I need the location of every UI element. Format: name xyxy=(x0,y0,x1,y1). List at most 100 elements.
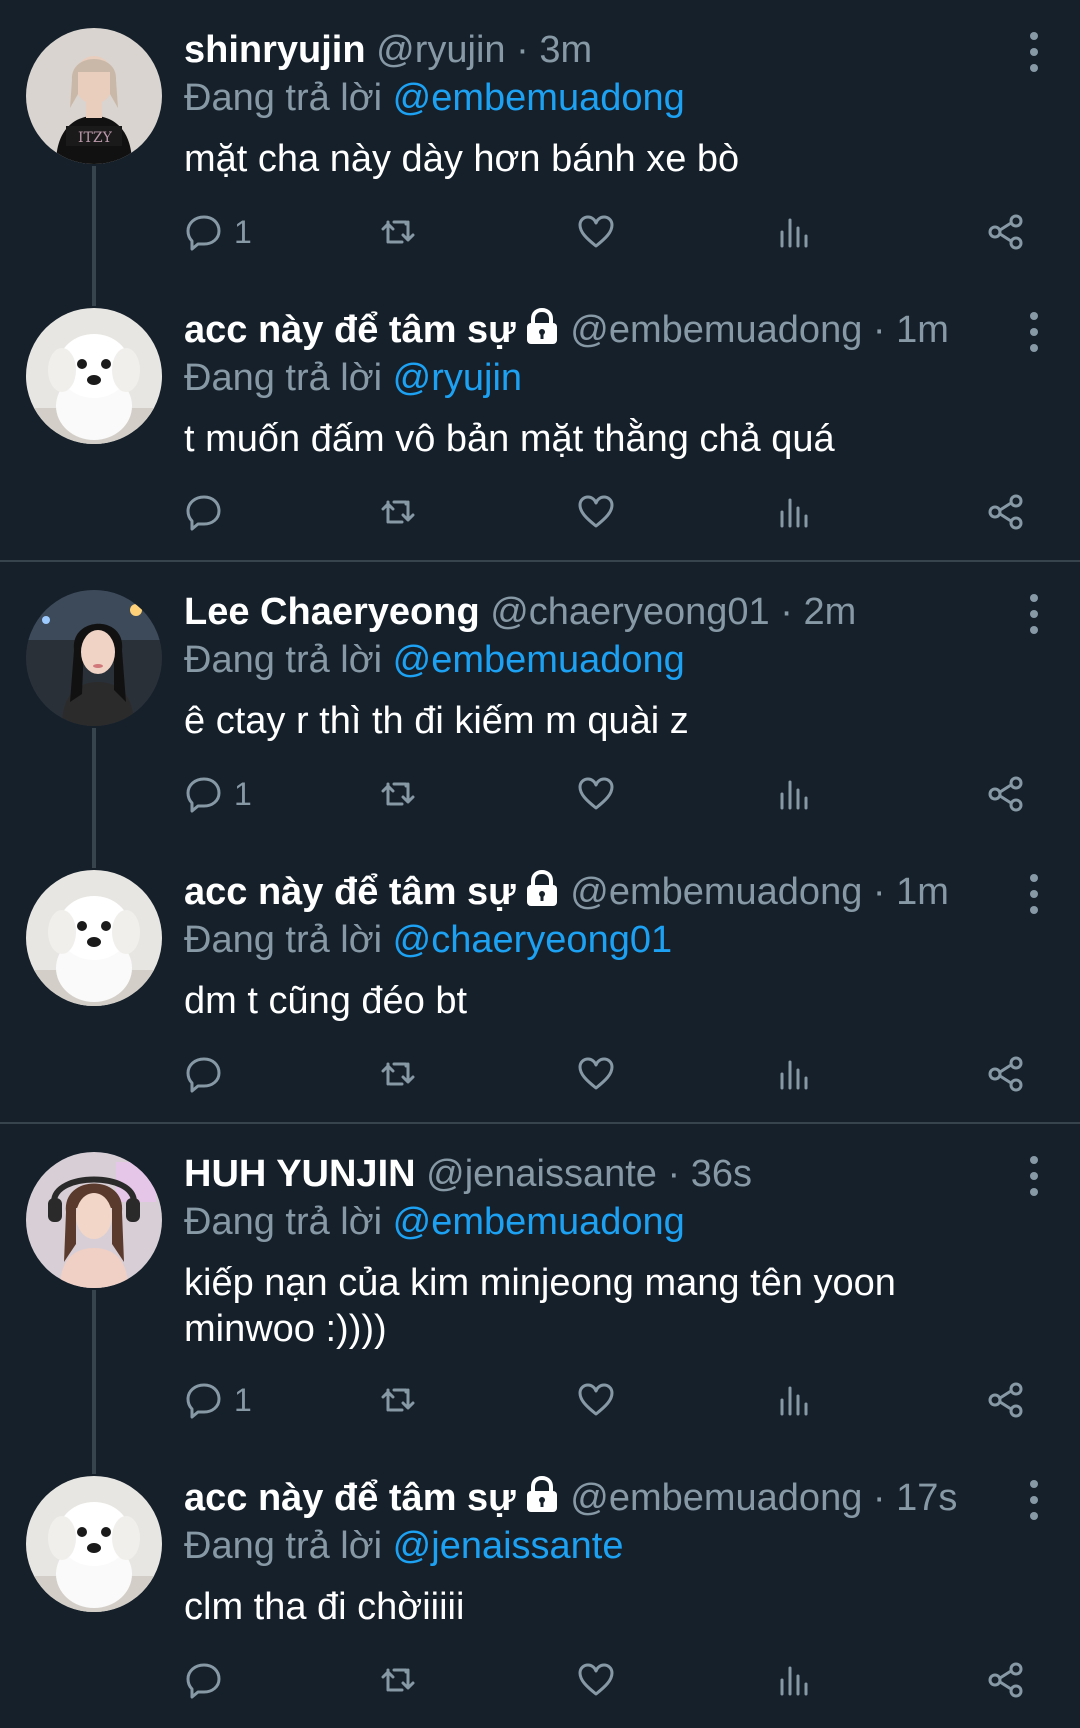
tweet-header: acc này để tâm sự @embemuadong · 17s xyxy=(184,1474,1050,1522)
replying-to-handle[interactable]: @chaeryeong01 xyxy=(393,919,672,961)
tweet-content: acc này để tâm sự @embemuadong · 17s Đan… xyxy=(184,1474,1050,1630)
timestamp[interactable]: 1m xyxy=(896,309,949,351)
user-handle[interactable]: @embemuadong xyxy=(570,309,862,351)
replying-to-handle[interactable]: @ryujin xyxy=(393,357,522,399)
tweet[interactable]: acc này để tâm sự @embemuadong · 17s Đan… xyxy=(0,1448,1080,1728)
more-options-icon[interactable] xyxy=(1024,874,1044,914)
share-button[interactable] xyxy=(986,488,1026,536)
avatar-photo-woman: ITZY xyxy=(26,28,162,164)
retweet-button[interactable] xyxy=(378,770,418,818)
comment-bubble-icon xyxy=(186,1663,221,1699)
more-options-icon[interactable] xyxy=(1024,1480,1044,1520)
reply-button[interactable] xyxy=(184,1050,224,1098)
analytics-button[interactable] xyxy=(774,1656,814,1704)
lock-icon xyxy=(526,308,557,344)
analytics-button[interactable] xyxy=(774,1050,814,1098)
user-handle[interactable]: @embemuadong xyxy=(570,1477,862,1519)
replying-to-handle[interactable]: @embemuadong xyxy=(393,1201,685,1243)
retweet-button[interactable] xyxy=(378,1376,418,1424)
user-handle[interactable]: @ryujin xyxy=(376,29,505,71)
comment-bubble-icon xyxy=(186,777,221,813)
avatar-photo-woman xyxy=(26,590,162,726)
lock-icon xyxy=(526,870,557,906)
reply-button[interactable] xyxy=(184,488,224,536)
tweet[interactable]: HUH YUNJIN @jenaissante · 36s Đang trả l… xyxy=(0,1124,1080,1474)
like-button[interactable] xyxy=(576,488,616,536)
analytics-button[interactable] xyxy=(774,1376,814,1424)
share-button[interactable] xyxy=(986,1050,1026,1098)
user-handle[interactable]: @embemuadong xyxy=(570,871,862,913)
tweet[interactable]: Lee Chaeryeong @chaeryeong01 · 2m Đang t… xyxy=(0,562,1080,868)
share-button[interactable] xyxy=(986,208,1026,256)
retweet-button[interactable] xyxy=(378,1656,418,1704)
lock-icon xyxy=(526,1476,557,1512)
analytics-button[interactable] xyxy=(774,208,814,256)
like-button[interactable] xyxy=(576,1050,616,1098)
display-name[interactable]: acc này để tâm sự xyxy=(184,871,516,913)
reply-button[interactable]: 1 xyxy=(184,1376,252,1424)
more-options-icon[interactable] xyxy=(1024,594,1044,634)
timestamp[interactable]: 1m xyxy=(896,871,949,913)
comment-bubble-icon xyxy=(186,1383,221,1419)
replying-to-handle[interactable]: @embemuadong xyxy=(393,639,685,681)
timestamp[interactable]: 36s xyxy=(691,1153,752,1195)
reply-button[interactable]: 1 xyxy=(184,208,252,256)
avatar[interactable] xyxy=(26,308,162,444)
like-button[interactable] xyxy=(576,770,616,818)
separator-dot: · xyxy=(780,591,793,633)
avatar[interactable] xyxy=(26,870,162,1006)
retweet-icon xyxy=(381,1388,415,1412)
action-bar: 1 xyxy=(184,208,1026,256)
tweet-header: acc này để tâm sự @embemuadong · 1m xyxy=(184,868,1050,916)
avatar[interactable]: ITZY xyxy=(26,28,162,164)
tweet[interactable]: ITZY shinryujin @ryujin · 3m Đang trả lờ… xyxy=(0,0,1080,306)
user-handle[interactable]: @jenaissante xyxy=(426,1153,657,1195)
tweet-header: shinryujin @ryujin · 3m xyxy=(184,26,1050,74)
retweet-button[interactable] xyxy=(378,1050,418,1098)
separator-dot: · xyxy=(872,309,886,351)
share-button[interactable] xyxy=(986,1376,1026,1424)
separator-dot: · xyxy=(667,1153,681,1195)
analytics-button[interactable] xyxy=(774,770,814,818)
avatar[interactable] xyxy=(26,1152,162,1288)
timestamp[interactable]: 2m xyxy=(803,591,856,633)
display-name[interactable]: HUH YUNJIN xyxy=(184,1153,416,1195)
display-name[interactable]: acc này để tâm sự xyxy=(184,1477,516,1519)
tweet-text: t muốn đấm vô bản mặt thằng chả quá xyxy=(184,418,835,460)
share-icon xyxy=(988,1056,1023,1092)
timestamp[interactable]: 17s xyxy=(896,1477,957,1519)
thread: Lee Chaeryeong @chaeryeong01 · 2m Đang t… xyxy=(0,562,1080,1122)
display-name[interactable]: Lee Chaeryeong xyxy=(184,591,480,633)
reply-button[interactable]: 1 xyxy=(184,770,252,818)
timestamp[interactable]: 3m xyxy=(539,29,592,71)
more-options-icon[interactable] xyxy=(1024,32,1044,72)
more-options-icon[interactable] xyxy=(1024,1156,1044,1196)
replying-to-label: Đang trả lời xyxy=(184,77,383,119)
like-button[interactable] xyxy=(576,208,616,256)
like-button[interactable] xyxy=(576,1376,616,1424)
tweet[interactable]: acc này để tâm sự @embemuadong · 1m Đang… xyxy=(0,842,1080,1122)
display-name[interactable]: acc này để tâm sự xyxy=(184,309,516,351)
more-options-icon[interactable] xyxy=(1024,312,1044,352)
retweet-button[interactable] xyxy=(378,208,418,256)
avatar[interactable] xyxy=(26,1476,162,1612)
avatar[interactable] xyxy=(26,590,162,726)
reply-button[interactable] xyxy=(184,1656,224,1704)
replying-to: Đang trả lời @embemuadong xyxy=(184,1198,1050,1246)
user-handle[interactable]: @chaeryeong01 xyxy=(490,591,769,633)
share-button[interactable] xyxy=(986,770,1026,818)
tweet-content: acc này để tâm sự @embemuadong · 1m Đang… xyxy=(184,868,1050,1024)
share-button[interactable] xyxy=(986,1656,1026,1704)
tweet[interactable]: acc này để tâm sự @embemuadong · 1m Đang… xyxy=(0,280,1080,560)
display-name[interactable]: shinryujin xyxy=(184,29,366,71)
tweet-content: acc này để tâm sự @embemuadong · 1m Đang… xyxy=(184,306,1050,462)
like-button[interactable] xyxy=(576,1656,616,1704)
svg-text:ITZY: ITZY xyxy=(78,130,113,146)
retweet-button[interactable] xyxy=(378,488,418,536)
share-icon xyxy=(988,494,1023,530)
tweet-content: HUH YUNJIN @jenaissante · 36s Đang trả l… xyxy=(184,1150,1050,1352)
replying-to-handle[interactable]: @embemuadong xyxy=(393,77,685,119)
replying-to-handle[interactable]: @jenaissante xyxy=(393,1525,624,1567)
analytics-button[interactable] xyxy=(774,488,814,536)
bar-chart-icon xyxy=(780,1386,808,1416)
